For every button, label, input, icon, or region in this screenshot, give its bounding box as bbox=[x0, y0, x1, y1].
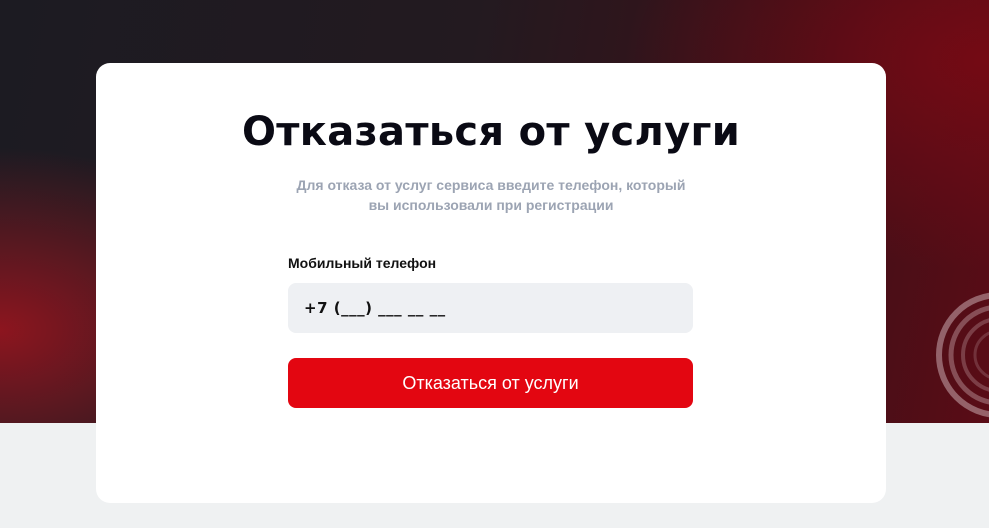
page-subtitle: Для отказа от услуг сервиса введите теле… bbox=[96, 175, 886, 215]
phone-field-label: Мобильный телефон bbox=[288, 255, 437, 271]
subtitle-line-2: вы использовали при регистрации bbox=[368, 197, 614, 213]
unsubscribe-card: Отказаться от услуги Для отказа от услуг… bbox=[96, 63, 886, 503]
subtitle-line-1: Для отказа от услуг сервиса введите теле… bbox=[296, 177, 686, 193]
phone-input[interactable] bbox=[288, 283, 693, 333]
unsubscribe-button[interactable]: Отказаться от услуги bbox=[288, 358, 693, 408]
decorative-rings-graphic bbox=[936, 292, 989, 418]
page-title: Отказаться от услуги bbox=[241, 109, 741, 155]
